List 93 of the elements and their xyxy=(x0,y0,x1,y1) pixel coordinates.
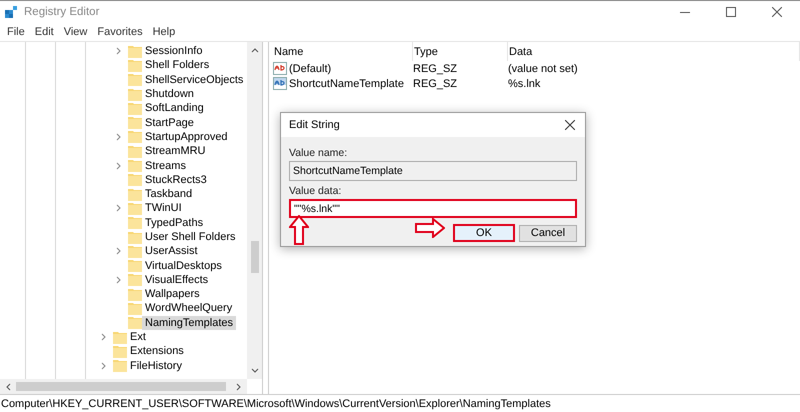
column-header[interactable]: Type xyxy=(413,42,508,61)
folder-icon xyxy=(128,130,142,144)
scroll-left-icon[interactable] xyxy=(4,382,12,390)
close-icon xyxy=(565,120,575,130)
scroll-up-icon[interactable] xyxy=(250,46,258,54)
tree-item[interactable]: StreamMRU xyxy=(142,144,209,158)
right-arrow-icon xyxy=(415,218,445,238)
close-icon xyxy=(772,6,782,16)
field-label: Value name: xyxy=(289,147,348,159)
folder-icon xyxy=(128,144,142,158)
tree-item[interactable]: Taskband xyxy=(142,187,196,202)
folder-icon xyxy=(128,302,142,315)
value-name-field[interactable]: ShortcutNameTemplate xyxy=(289,161,577,181)
tree-item[interactable]: Shutdown xyxy=(142,87,197,102)
expand-chevron-icon[interactable] xyxy=(100,362,108,370)
scrollbar-thumb[interactable] xyxy=(16,382,226,391)
tree-item[interactable]: StuckRects3 xyxy=(142,172,210,187)
expand-chevron-icon[interactable] xyxy=(115,204,123,212)
folder-icon xyxy=(128,288,142,301)
folder-icon xyxy=(113,330,127,344)
tree-item[interactable]: SessionInfo xyxy=(142,44,206,58)
folder-icon xyxy=(128,58,142,72)
folder-icon xyxy=(128,159,142,172)
scroll-right-icon[interactable] xyxy=(235,382,243,390)
folder-icon xyxy=(128,216,142,230)
tree-item[interactable]: TypedPaths xyxy=(142,216,206,230)
tree-item[interactable]: Streams xyxy=(142,158,189,173)
field-label: Value data: xyxy=(289,185,342,197)
up-arrow-icon xyxy=(289,215,309,245)
menu-item[interactable]: View xyxy=(58,26,92,38)
column-header[interactable]: Data xyxy=(508,42,800,61)
folder-icon xyxy=(128,244,142,258)
tree-item[interactable]: TWinUI xyxy=(142,201,185,216)
tree-item[interactable]: VisualEffects xyxy=(142,272,212,287)
folder-icon xyxy=(113,359,127,372)
folder-icon xyxy=(128,102,142,115)
folder-icon xyxy=(128,316,142,330)
expand-chevron-icon[interactable] xyxy=(100,333,108,342)
tree-item[interactable]: Extensions xyxy=(127,344,187,358)
value-data-field[interactable]: ""%s.lnk"" xyxy=(289,199,577,218)
folder-icon xyxy=(128,44,142,58)
expand-chevron-icon[interactable] xyxy=(115,162,123,170)
tree-item[interactable]: StartupApproved xyxy=(142,130,231,144)
tree-item[interactable]: VirtualDesktops xyxy=(142,258,225,273)
folder-icon xyxy=(128,259,142,272)
dialog-button[interactable]: Cancel xyxy=(519,224,577,242)
tree-item[interactable]: User Shell Folders xyxy=(142,230,238,244)
tree-item[interactable]: ShellServiceObjects xyxy=(142,72,246,87)
value-data: (value not set) xyxy=(508,62,578,74)
column-header[interactable]: Name xyxy=(273,42,413,61)
value-type: REG_SZ xyxy=(413,78,458,90)
horizontal-scrollbar[interactable] xyxy=(0,379,247,394)
menu-item[interactable]: Help xyxy=(148,26,180,38)
folder-icon xyxy=(128,230,142,244)
window-title: Registry Editor xyxy=(24,6,100,18)
status-path: Computer\HKEY_CURRENT_USER\SOFTWARE\Microsoft\Windows\CurrentVersion\Explorer\NamingTemplates xyxy=(1,398,551,410)
vertical-scrollbar[interactable] xyxy=(247,42,262,379)
value-name[interactable]: (Default) xyxy=(289,62,332,74)
maximize-icon xyxy=(726,6,736,16)
folder-icon xyxy=(128,202,142,215)
tree-item[interactable]: WordWheelQuery xyxy=(142,301,236,316)
expand-chevron-icon[interactable] xyxy=(115,247,123,256)
folder-icon xyxy=(128,73,142,86)
tree-item[interactable]: Shell Folders xyxy=(142,58,212,72)
dialog-button[interactable]: OK xyxy=(453,224,515,242)
menu-item[interactable]: File xyxy=(2,26,30,38)
value-name[interactable]: ShortcutNameTemplate xyxy=(289,78,404,90)
folder-icon xyxy=(128,116,142,130)
dialog-title: Edit String xyxy=(289,119,340,131)
menu-item[interactable]: Favorites xyxy=(92,26,148,38)
tree-item[interactable]: FileHistory xyxy=(127,358,185,373)
tree-item[interactable]: SoftLanding xyxy=(142,101,207,116)
tree-item[interactable]: Ext xyxy=(127,330,149,344)
expand-chevron-icon[interactable] xyxy=(115,276,123,284)
tree-item[interactable]: Wallpapers xyxy=(142,287,203,302)
folder-icon xyxy=(128,88,142,101)
value-type: REG_SZ xyxy=(413,62,458,74)
string-value-icon xyxy=(273,62,287,75)
expand-chevron-icon[interactable] xyxy=(115,132,123,141)
folder-icon xyxy=(128,173,142,186)
expand-chevron-icon[interactable] xyxy=(115,47,123,56)
tree-item[interactable]: StartPage xyxy=(142,116,197,130)
scrollbar-thumb[interactable] xyxy=(250,241,258,273)
scroll-down-icon[interactable] xyxy=(250,367,258,375)
string-value-icon xyxy=(273,77,287,90)
value-data: %s.lnk xyxy=(508,78,540,90)
folder-icon xyxy=(113,344,127,358)
tree-item[interactable]: UserAssist xyxy=(142,244,201,258)
menu-item[interactable]: Edit xyxy=(30,26,59,38)
tree-item[interactable]: NamingTemplates xyxy=(142,316,236,330)
app-icon xyxy=(4,4,18,18)
folder-icon xyxy=(128,273,142,286)
folder-icon xyxy=(128,188,142,201)
